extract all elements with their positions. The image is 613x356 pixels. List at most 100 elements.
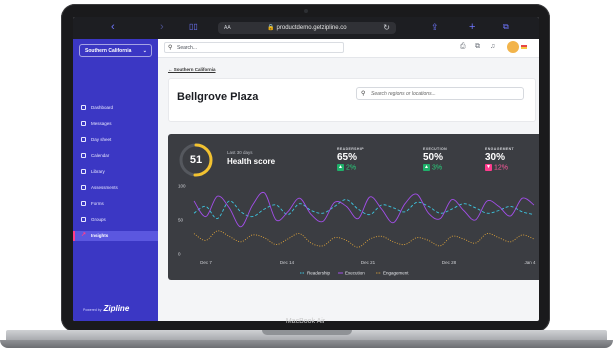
metric-delta-value: 3%	[432, 164, 443, 172]
sidebar-item-label: Insights	[91, 233, 109, 238]
sidebar-item-day-sheet[interactable]: Day sheet	[73, 135, 158, 145]
arrow-up-icon: ▲	[337, 164, 344, 171]
sidebar: Southern California ⌄ Dashboard Messages…	[73, 39, 158, 321]
page-title: Bellgrove Plaza	[177, 91, 259, 103]
sidebar-item-dashboard[interactable]: Dashboard	[73, 103, 158, 113]
breadcrumb[interactable]: ← Southern California	[168, 67, 216, 72]
metric-engagement: ENGAGEMENT 30% ▼ 12%	[485, 147, 514, 171]
print-icon[interactable]: ⎙	[460, 42, 466, 52]
chevron-down-icon: ⌄	[142, 48, 147, 54]
region-selector-label: Southern California	[85, 48, 132, 54]
laptop-chin: MacBook Air	[61, 316, 550, 330]
language-flag-icon[interactable]	[521, 45, 527, 49]
bell-icon[interactable]: ♫	[490, 42, 495, 52]
y-tick-label: 0	[178, 252, 181, 257]
messages-icon	[81, 121, 86, 126]
avatar[interactable]	[507, 41, 519, 53]
search-input[interactable]: ⚲ Search...	[164, 42, 344, 53]
forward-icon[interactable]: ›	[160, 21, 164, 33]
metric-label: EXECUTION	[423, 147, 448, 151]
x-tick-label: Dec 21	[361, 260, 376, 265]
sidebar-item-label: Day sheet	[91, 137, 112, 142]
copy-icon[interactable]: ⧉	[475, 42, 480, 52]
laptop-lid: ‹ › ▯▯ AA 🔒 productdemo.getzipline.co ↻ …	[61, 4, 550, 332]
sidebar-item-forms[interactable]: Forms	[73, 199, 158, 209]
metric-value: 50%	[423, 152, 444, 163]
zipline-logo: Zipline	[103, 304, 130, 313]
back-icon[interactable]: ‹	[111, 21, 115, 33]
groups-icon	[81, 217, 86, 222]
y-tick-label: 100	[178, 184, 186, 189]
sidebar-item-assessments[interactable]: Assessments	[73, 183, 158, 193]
url-text: 🔒 productdemo.getzipline.co	[267, 25, 347, 31]
share-icon[interactable]: ⇪	[431, 21, 439, 33]
reload-icon[interactable]: ↻	[383, 22, 390, 34]
series-line-readership	[193, 199, 535, 220]
metric-label: READERSHIP	[337, 147, 364, 151]
address-bar[interactable]: AA 🔒 productdemo.getzipline.co ↻	[218, 22, 396, 34]
region-selector[interactable]: Southern California ⌄	[79, 44, 152, 57]
sidebar-item-messages[interactable]: Messages	[73, 119, 158, 129]
tabs-icon[interactable]: ⧉	[503, 21, 509, 33]
sidebar-item-label: Messages	[91, 121, 112, 126]
new-tab-icon[interactable]: +	[469, 21, 475, 33]
y-tick-label: 50	[178, 218, 184, 223]
sidebar-nav: Dashboard Messages Day sheet Calendar Li…	[73, 103, 158, 247]
region-search-placeholder: Search regions or locations...	[371, 91, 436, 97]
sidebar-item-label: Assessments	[91, 185, 118, 190]
health-score-label: Health score	[227, 157, 276, 166]
health-score-period: Last 30 days	[227, 150, 253, 155]
sidebar-item-label: Calendar	[91, 153, 110, 158]
calendar-icon	[81, 153, 86, 158]
metric-delta: ▼ 12%	[485, 164, 514, 171]
x-tick-label: Jan 4	[524, 260, 536, 265]
metric-delta-value: 12%	[494, 164, 509, 172]
trend-chart: 100 50 0 Dec 7 Dec 14 Dec 21 Dec 28 Jan 4 Reader…	[178, 184, 536, 276]
search-icon: ⚲	[168, 45, 173, 51]
series-line-execution	[193, 191, 535, 228]
metric-value: 65%	[337, 152, 358, 163]
metric-value: 30%	[485, 152, 506, 163]
library-icon	[81, 169, 86, 174]
device-label: MacBook Air	[285, 318, 326, 325]
sidebar-item-groups[interactable]: Groups	[73, 215, 158, 225]
legend-label: Readership	[307, 271, 331, 276]
search-placeholder: Search...	[177, 45, 198, 51]
metric-delta: ▲ 3%	[423, 164, 447, 171]
sidebar-item-calendar[interactable]: Calendar	[73, 151, 158, 161]
x-tick-label: Dec 7	[200, 260, 212, 265]
arrow-down-icon: ▼	[485, 164, 492, 171]
camera-icon	[303, 9, 308, 13]
arrow-up-icon: ▲	[423, 164, 430, 171]
laptop-base	[0, 330, 613, 350]
sidebar-item-insights[interactable]: ↗ Insights	[73, 231, 158, 241]
metric-label: ENGAGEMENT	[485, 147, 515, 151]
powered-by-text: Powered by	[83, 308, 102, 312]
dashboard-icon	[81, 105, 86, 110]
day-sheet-icon	[81, 137, 86, 142]
legend-label: Engagement	[383, 271, 409, 276]
powered-by: Powered by Zipline	[83, 304, 129, 313]
forms-icon	[81, 201, 86, 206]
sidebar-item-label: Groups	[91, 217, 106, 222]
sidebar-item-label: Dashboard	[91, 105, 114, 110]
insights-icon: ↗	[81, 232, 87, 238]
screen: ‹ › ▯▯ AA 🔒 productdemo.getzipline.co ↻ …	[73, 17, 539, 321]
laptop-base-bottom	[0, 340, 613, 348]
metric-delta: ▲ 2%	[337, 164, 364, 171]
sidebar-item-label: Library	[91, 169, 105, 174]
x-tick-label: Dec 28	[442, 260, 457, 265]
app-toolbar: ⚲ Search... ⎙ ⧉ ♫	[158, 39, 539, 58]
laptop-notch	[262, 330, 352, 335]
metric-readership: READERSHIP 65% ▲ 2%	[337, 147, 364, 171]
health-score-value: 51	[189, 154, 203, 166]
metric-execution: EXECUTION 50% ▲ 3%	[423, 147, 447, 171]
book-icon[interactable]: ▯▯	[189, 21, 198, 33]
legend-label: Execution	[345, 271, 365, 276]
sidebar-item-library[interactable]: Library	[73, 167, 158, 177]
x-tick-label: Dec 14	[280, 260, 295, 265]
region-search-input[interactable]: ⚲ Search regions or locations...	[356, 87, 524, 100]
location-header: Bellgrove Plaza ⚲ Search regions or loca…	[168, 78, 536, 122]
sidebar-item-label: Forms	[91, 201, 104, 206]
series-line-engagement	[193, 230, 535, 248]
